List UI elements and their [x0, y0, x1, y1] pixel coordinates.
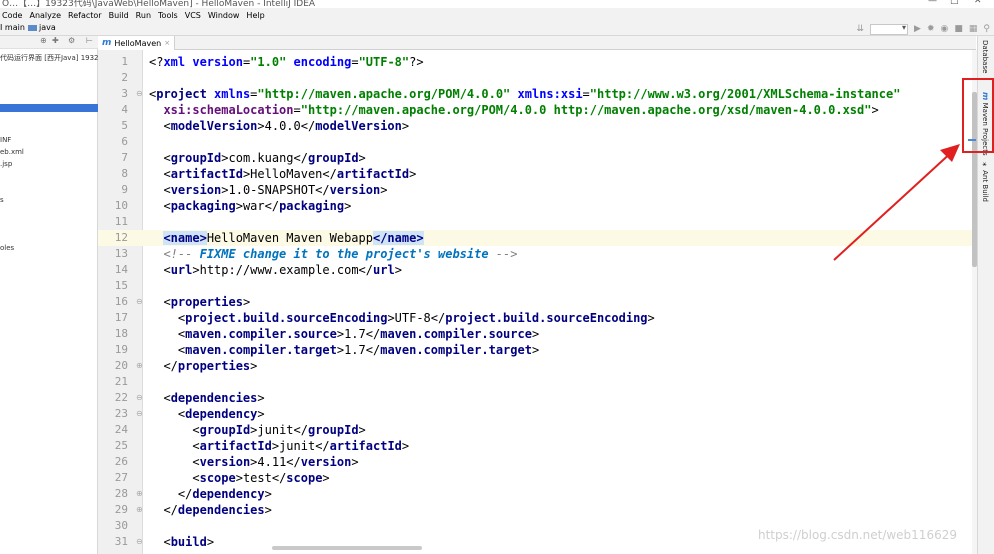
- watermark: https://blog.csdn.net/web116629: [758, 528, 957, 542]
- annotation-arrow: [833, 144, 960, 261]
